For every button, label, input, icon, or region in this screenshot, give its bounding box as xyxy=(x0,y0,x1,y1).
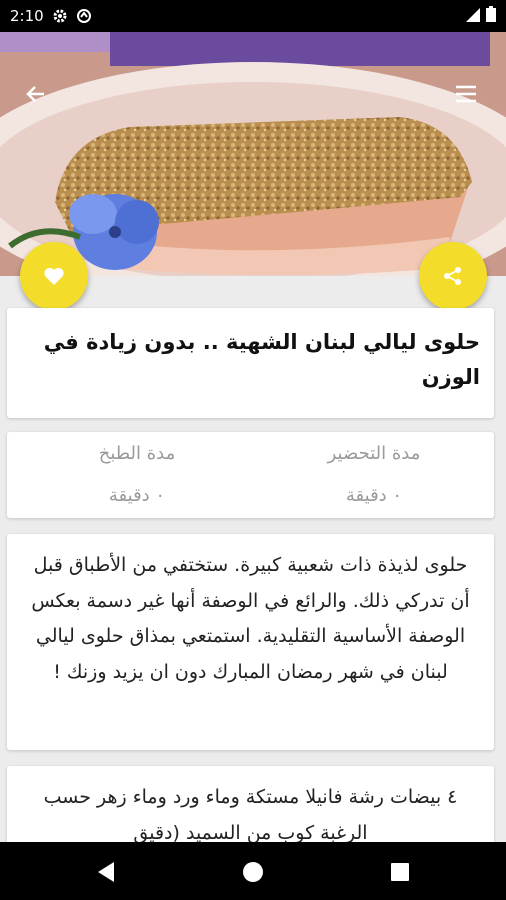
recipe-description: حلوى لذيذة ذات شعبية كبيرة. ستختفي من ال… xyxy=(31,554,470,683)
battery-icon xyxy=(486,6,496,26)
ingredients-card: ٤ بيضات رشة فانيلا مستكة وماء ورد وماء ز… xyxy=(7,766,494,846)
prep-time: مدة التحضير ٠ دقيقة xyxy=(274,438,474,512)
description-card: حلوى لذيذة ذات شعبية كبيرة. ستختفي من ال… xyxy=(7,534,494,750)
arrow-left-icon xyxy=(26,86,44,102)
status-bar: 2:10 xyxy=(0,0,506,32)
time-card: مدة التحضير ٠ دقيقة مدة الطبخ ٠ دقيقة xyxy=(7,432,494,518)
status-time: 2:10 xyxy=(10,7,44,25)
recipe-title: حلوى ليالي لبنان الشهية .. بدون زيادة في… xyxy=(43,330,480,389)
recipe-ingredients: ٤ بيضات رشة فانيلا مستكة وماء ورد وماء ز… xyxy=(43,786,458,844)
favorite-button[interactable] xyxy=(20,242,88,310)
settings-icon xyxy=(52,8,68,24)
share-button[interactable] xyxy=(419,242,487,310)
recipe-hero-image xyxy=(0,32,506,276)
prep-time-label: مدة التحضير xyxy=(327,443,421,464)
dessert-photo xyxy=(0,32,506,276)
heart-icon xyxy=(44,267,64,285)
prep-time-value: ٠ دقيقة xyxy=(345,485,403,506)
hamburger-menu-icon xyxy=(456,85,476,103)
back-triangle-icon[interactable] xyxy=(96,861,116,887)
menu-button[interactable] xyxy=(452,80,480,108)
cook-time: مدة الطبخ ٠ دقيقة xyxy=(37,438,237,512)
title-card: حلوى ليالي لبنان الشهية .. بدون زيادة في… xyxy=(7,308,494,418)
cook-time-label: مدة الطبخ xyxy=(98,443,176,464)
recents-square-icon[interactable] xyxy=(391,863,409,885)
system-nav-bar xyxy=(0,842,506,900)
back-button[interactable] xyxy=(22,80,50,108)
sync-icon xyxy=(76,8,92,24)
share-icon xyxy=(444,267,461,285)
home-circle-icon[interactable] xyxy=(242,861,264,887)
cook-time-value: ٠ دقيقة xyxy=(108,485,166,506)
signal-icon xyxy=(466,7,480,26)
